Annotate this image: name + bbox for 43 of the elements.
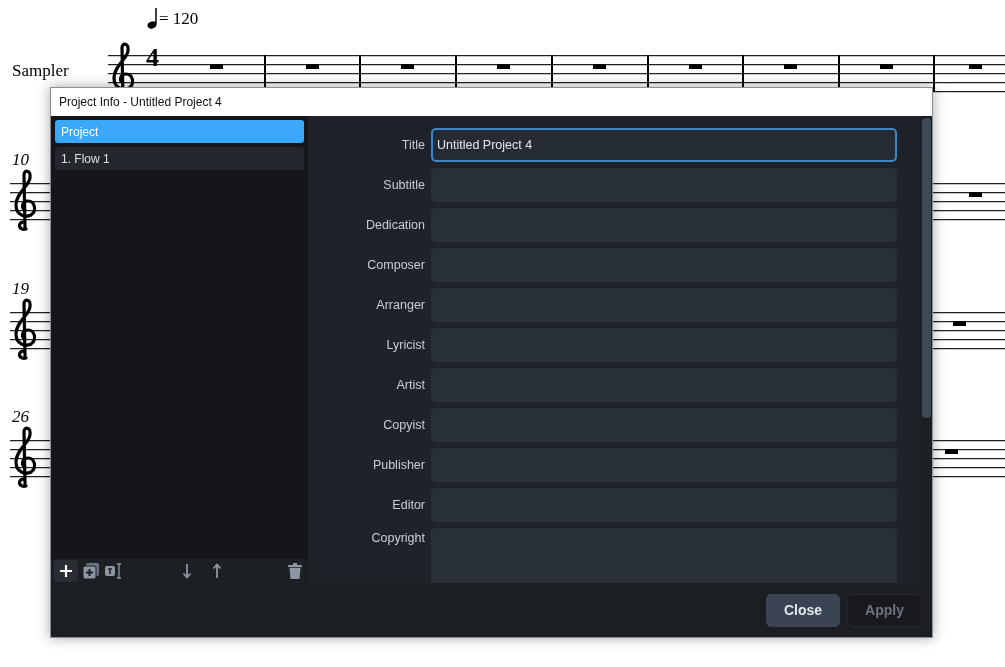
dialog-button[interactable]: Close — [766, 593, 841, 627]
field-label: Lyricist — [385, 338, 425, 352]
measure-number: 19 — [12, 279, 29, 299]
move-down-icon[interactable] — [182, 563, 192, 579]
text-cursor-icon[interactable] — [104, 563, 122, 579]
measure-number: 10 — [12, 150, 29, 170]
field-label: Copyright — [370, 530, 425, 545]
rest-icon — [969, 64, 982, 69]
rest-icon — [306, 64, 319, 69]
instrument-name: Sampler — [12, 61, 69, 81]
treble-clef-icon — [13, 169, 39, 233]
field-label: Editor — [391, 498, 425, 512]
field-label: Arranger — [375, 298, 425, 312]
field-label: Copyist — [382, 418, 425, 432]
rest-icon — [593, 64, 606, 69]
add-icon[interactable] — [54, 560, 78, 582]
quarter-note-icon — [147, 8, 158, 29]
treble-clef-icon — [13, 298, 39, 362]
input-field[interactable]: Untitled Project 4 — [431, 128, 897, 162]
rest-icon — [401, 64, 414, 69]
rest-icon — [689, 64, 702, 69]
field-label: Composer — [366, 258, 425, 272]
scrollbar[interactable] — [921, 116, 932, 583]
tempo-marking: = 120 — [159, 9, 199, 29]
rest-icon — [945, 449, 958, 454]
sidebar-item[interactable]: 1. Flow 1 — [55, 147, 304, 170]
treble-clef-icon — [13, 426, 39, 490]
field-label: Artist — [395, 378, 425, 392]
field-label: Subtitle — [382, 178, 425, 192]
duplicate-icon[interactable] — [82, 562, 100, 580]
field-label: Publisher — [371, 458, 425, 472]
measure-number: 26 — [12, 407, 29, 427]
rest-icon — [953, 321, 966, 326]
rest-icon — [784, 64, 797, 69]
rest-icon — [880, 64, 893, 69]
rest-icon — [497, 64, 510, 69]
field-label: Title — [400, 138, 425, 152]
move-up-icon[interactable] — [212, 563, 222, 579]
window-title: Project Info - Untitled Project 4 — [59, 95, 222, 109]
field-label: Dedication — [364, 218, 425, 232]
trash-icon[interactable] — [288, 563, 302, 579]
rest-icon — [210, 64, 223, 69]
rest-icon — [969, 192, 982, 197]
